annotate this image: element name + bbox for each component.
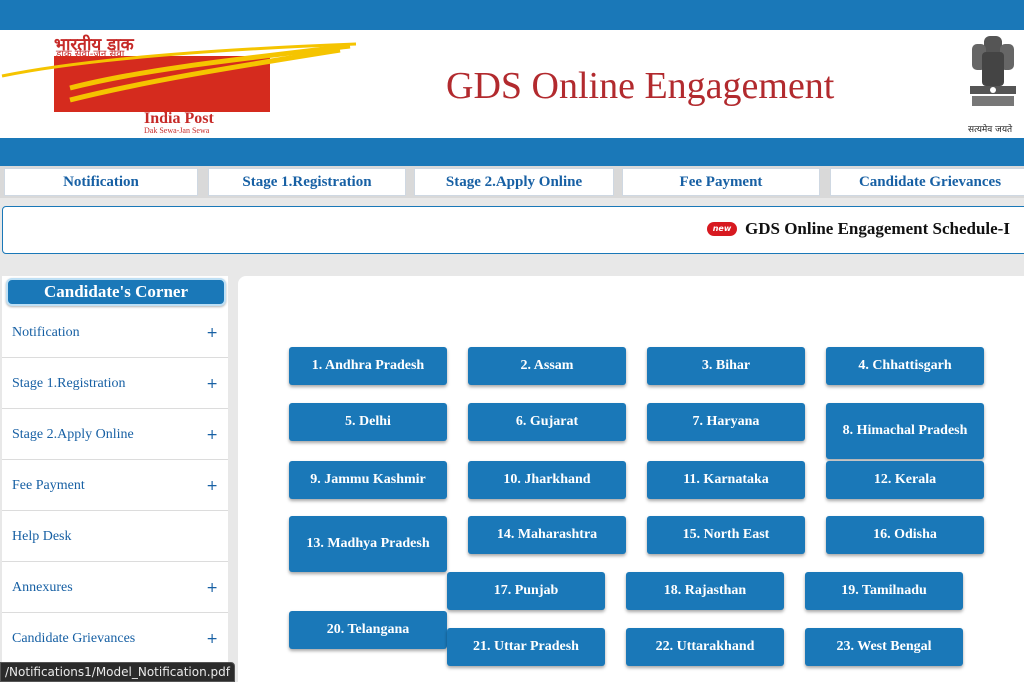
state-button-maharashtra[interactable]: 14. Maharashtra [468,516,626,554]
sidebar-item-annexures[interactable]: Annexures + [2,563,228,613]
state-button-tamilnadu[interactable]: 19. Tamilnadu [805,572,963,610]
main-nav: Notification Stage 1.Registration Stage … [0,166,1024,198]
nav-candidate-grievances[interactable]: Candidate Grievances [830,168,1024,196]
state-button-jammu-kashmir[interactable]: 9. Jammu Kashmir [289,461,447,499]
state-button-punjab[interactable]: 17. Punjab [447,572,605,610]
state-selection-panel: 1. Andhra Pradesh 2. Assam 3. Bihar 4. C… [238,276,1024,682]
top-blue-bar [0,0,1024,30]
state-button-uttar-pradesh[interactable]: 21. Uttar Pradesh [447,628,605,666]
sidebar-item-help-desk[interactable]: Help Desk [2,512,228,562]
state-button-bihar[interactable]: 3. Bihar [647,347,805,385]
nav-fee-payment[interactable]: Fee Payment [622,168,820,196]
page-title: GDS Online Engagement [446,65,835,107]
state-button-uttarakhand[interactable]: 22. Uttarakhand [626,628,784,666]
sidebar-item-stage2-apply-online[interactable]: Stage 2.Apply Online + [2,410,228,460]
state-button-madhya-pradesh[interactable]: 13. Madhya Pradesh [289,516,447,572]
state-button-haryana[interactable]: 7. Haryana [647,403,805,441]
sidebar-item-candidate-grievances[interactable]: Candidate Grievances + [2,614,228,664]
expand-plus-icon[interactable]: + [206,478,218,494]
sidebar-item-stage1-registration[interactable]: Stage 1.Registration + [2,359,228,409]
state-button-assam[interactable]: 2. Assam [468,347,626,385]
state-button-north-east[interactable]: 15. North East [647,516,805,554]
sidebar-title: Candidate's Corner [6,278,226,306]
state-button-telangana[interactable]: 20. Telangana [289,611,447,649]
sidebar-item-label: Candidate Grievances [12,630,136,646]
expand-plus-icon[interactable]: + [206,580,218,596]
marquee-text[interactable]: GDS Online Engagement Schedule-I [745,219,1010,239]
logo-tagline: Dak Sewa-Jan Sewa [144,126,210,135]
expand-plus-icon[interactable]: + [206,631,218,647]
sidebar-item-label: Notification [12,324,80,340]
expand-plus-icon[interactable]: + [206,427,218,443]
browser-status-bar: /Notifications1/Model_Notification.pdf [0,662,235,682]
nav-notification[interactable]: Notification [4,168,198,196]
sidebar-item-label: Stage 1.Registration [12,375,126,391]
state-button-odisha[interactable]: 16. Odisha [826,516,984,554]
state-button-karnataka[interactable]: 11. Karnataka [647,461,805,499]
new-badge-icon: new [707,222,737,236]
state-button-gujarat[interactable]: 6. Gujarat [468,403,626,441]
state-button-andhra-pradesh[interactable]: 1. Andhra Pradesh [289,347,447,385]
expand-plus-icon[interactable]: + [206,325,218,341]
sidebar-item-label: Stage 2.Apply Online [12,426,134,442]
expand-plus-icon[interactable]: + [206,376,218,392]
sidebar-item-notification[interactable]: Notification + [2,308,228,358]
india-post-logo[interactable]: भारतीय डाक डाक सेवा-जन सेवा India Post D… [0,30,360,138]
candidates-corner-sidebar: Candidate's Corner Notification + Stage … [2,276,228,682]
state-button-chhattisgarh[interactable]: 4. Chhattisgarh [826,347,984,385]
state-button-jharkhand[interactable]: 10. Jharkhand [468,461,626,499]
state-button-kerala[interactable]: 12. Kerala [826,461,984,499]
state-button-himachal-pradesh[interactable]: 8. Himachal Pradesh [826,403,984,459]
header-blue-band [0,138,1024,166]
emblem-caption: सत्यमेव जयते [968,125,1013,135]
state-button-rajasthan[interactable]: 18. Rajasthan [626,572,784,610]
state-button-west-bengal[interactable]: 23. West Bengal [805,628,963,666]
sidebar-item-label: Help Desk [12,528,72,544]
sidebar-item-label: Fee Payment [12,477,85,493]
nav-stage1-registration[interactable]: Stage 1.Registration [208,168,406,196]
sidebar-item-fee-payment[interactable]: Fee Payment + [2,461,228,511]
state-button-delhi[interactable]: 5. Delhi [289,403,447,441]
news-marquee[interactable]: new GDS Online Engagement Schedule-I [2,206,1024,254]
nav-stage2-apply-online[interactable]: Stage 2.Apply Online [414,168,614,196]
sidebar-item-label: Annexures [12,579,73,595]
